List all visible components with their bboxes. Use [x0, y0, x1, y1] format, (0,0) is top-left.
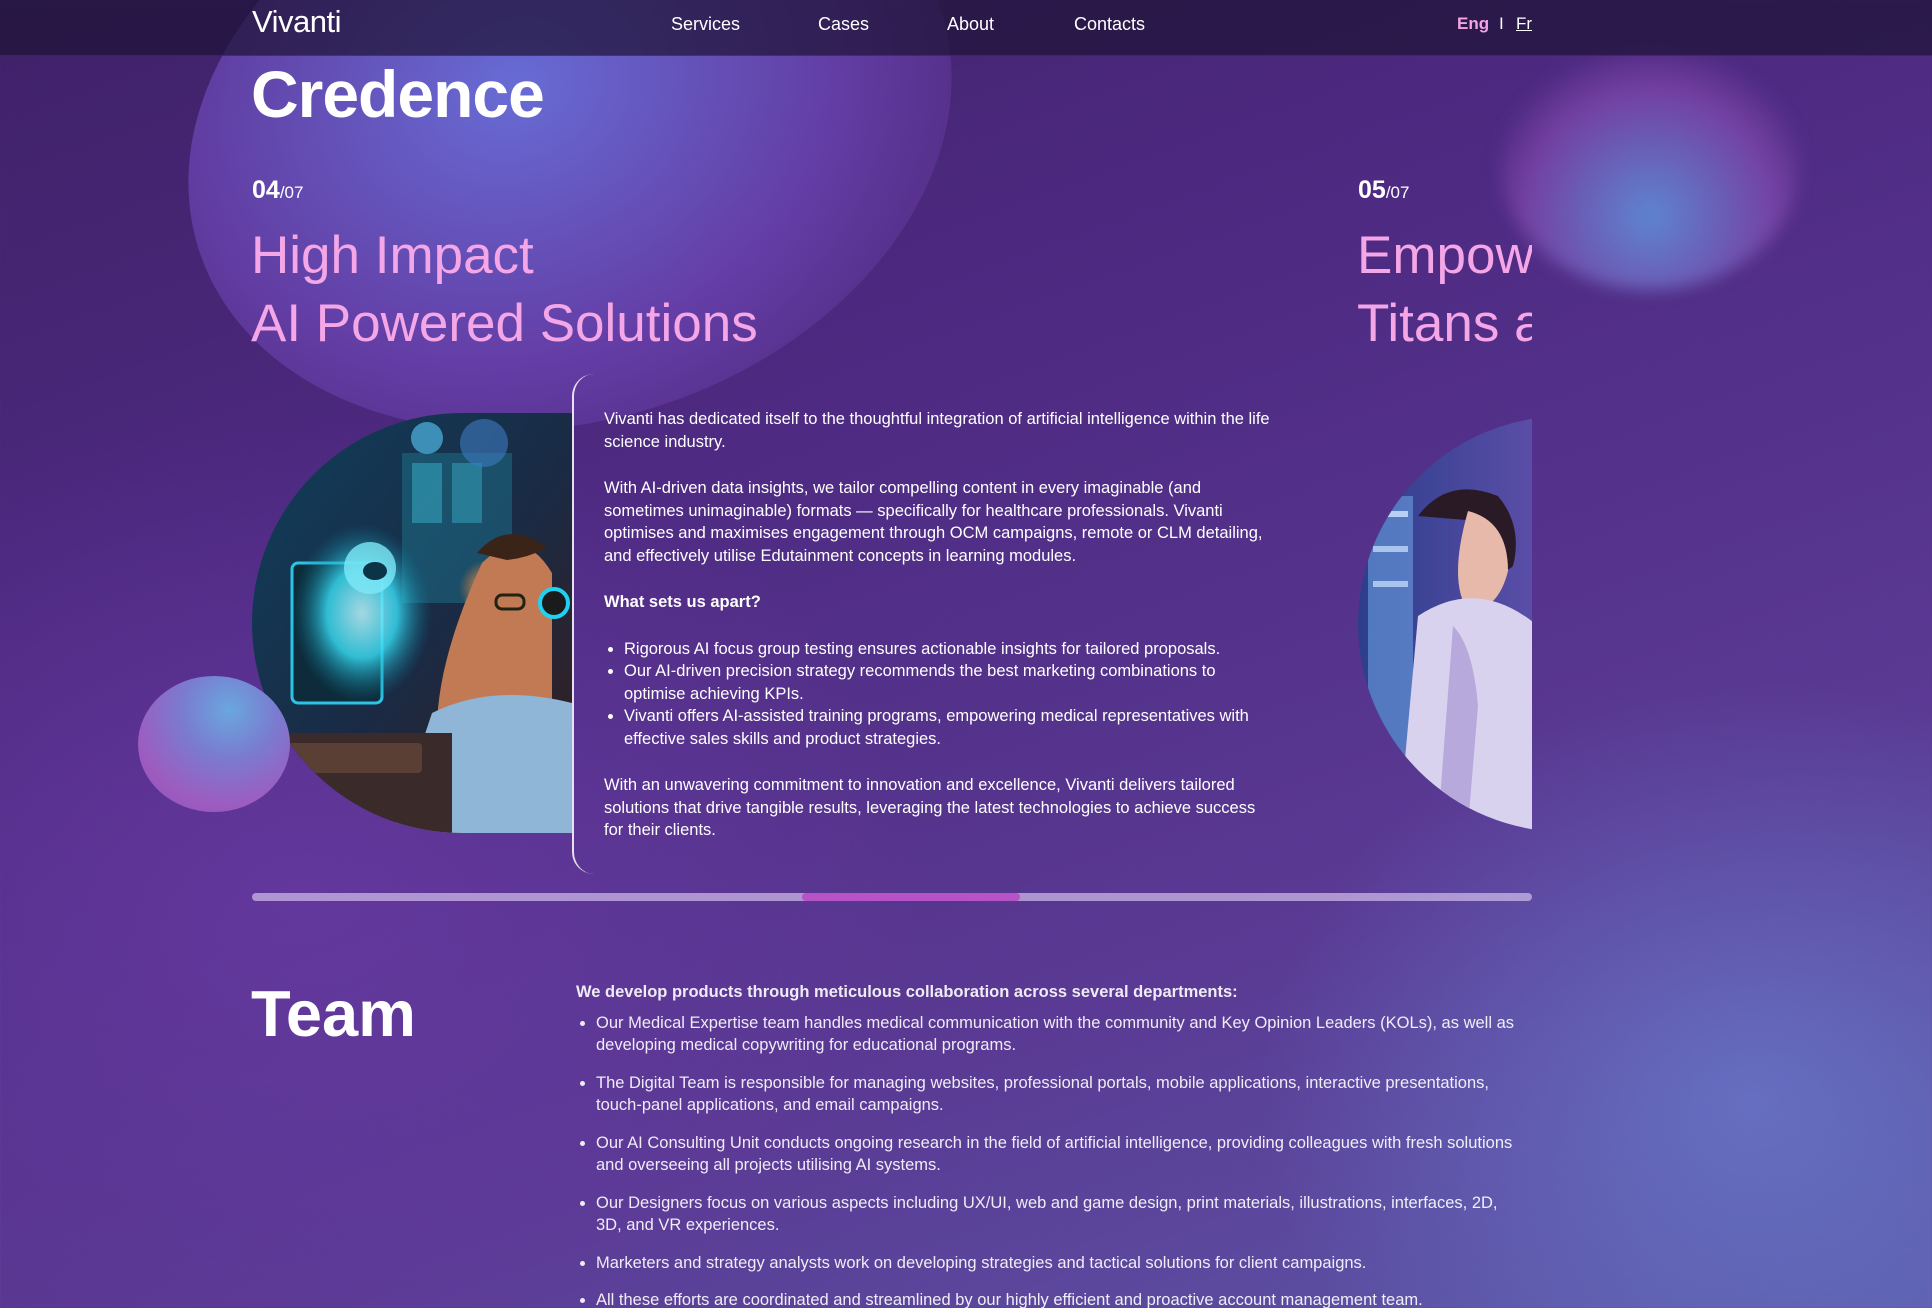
slide-paragraph: With AI-driven data insights, we tailor …	[604, 479, 1263, 565]
list-item: Vivanti offers AI-assisted training prog…	[624, 705, 1272, 750]
carousel-progress-thumb[interactable]	[802, 893, 1020, 901]
team-title: Team	[251, 977, 416, 1050]
nav-link-cases[interactable]: Cases	[818, 14, 869, 35]
list-item: The Digital Team is responsible for mana…	[596, 1072, 1526, 1117]
slide-bullet-list: Rigorous AI focus group testing ensures …	[624, 638, 1272, 751]
team-lead: We develop products through meticulous c…	[576, 983, 1238, 1001]
slide-title-line1: High Impact	[251, 226, 534, 285]
next-slide-title-line1: Empow	[1357, 226, 1532, 285]
slide-title: High Impact AI Powered Solutions	[251, 222, 758, 358]
list-item: Our Medical Expertise team handles medic…	[596, 1012, 1526, 1057]
next-slide-title-line2: Titans a	[1357, 294, 1532, 353]
list-item: Our AI-driven precision strategy recomme…	[624, 660, 1272, 705]
slide-counter: 04/07	[252, 176, 303, 205]
decorative-blob-right	[1500, 40, 1800, 290]
top-nav: Vivanti Services Cases About Contacts En…	[0, 0, 1932, 56]
section-title: Credence	[251, 57, 545, 131]
slide-counter-current: 04	[252, 176, 280, 204]
list-item: Rigorous AI focus group testing ensures …	[624, 638, 1272, 661]
next-slide-counter: 05/07	[1358, 176, 1409, 205]
next-slide-title: Empow Titans a	[1357, 222, 1532, 358]
carousel-progress-track[interactable]	[252, 893, 1532, 901]
lang-separator: I	[1499, 14, 1504, 33]
next-slide-counter-total: /07	[1385, 183, 1410, 202]
slide-image-scientist	[1358, 416, 1532, 832]
nav-link-contacts[interactable]: Contacts	[1074, 14, 1145, 35]
nav-link-services[interactable]: Services	[671, 14, 740, 35]
list-item: Marketers and strategy analysts work on …	[596, 1252, 1526, 1275]
next-slide-counter-current: 05	[1358, 176, 1386, 204]
list-item: Our Designers focus on various aspects i…	[596, 1192, 1526, 1237]
list-item: Our AI Consulting Unit conducts ongoing …	[596, 1132, 1526, 1177]
lang-fr[interactable]: Fr	[1516, 14, 1532, 34]
logo[interactable]: Vivanti	[252, 4, 342, 40]
slide-counter-total: /07	[279, 183, 304, 202]
slide-description: Vivanti has dedicated itself to the thou…	[572, 374, 1302, 874]
lang-eng[interactable]: Eng	[1457, 14, 1489, 34]
slide-closing: With an unwavering commitment to innovat…	[604, 776, 1256, 839]
slide-title-line2: AI Powered Solutions	[251, 294, 758, 353]
list-item: All these efforts are coordinated and st…	[596, 1289, 1526, 1308]
slide-subheading: What sets us apart?	[604, 593, 761, 611]
slide-image-ai-developer	[252, 413, 572, 833]
team-description: We develop products through meticulous c…	[576, 981, 1526, 1308]
nav-link-about[interactable]: About	[947, 14, 994, 35]
team-list: Our Medical Expertise team handles medic…	[596, 1012, 1526, 1308]
slide-paragraph: Vivanti has dedicated itself to the thou…	[604, 410, 1270, 451]
